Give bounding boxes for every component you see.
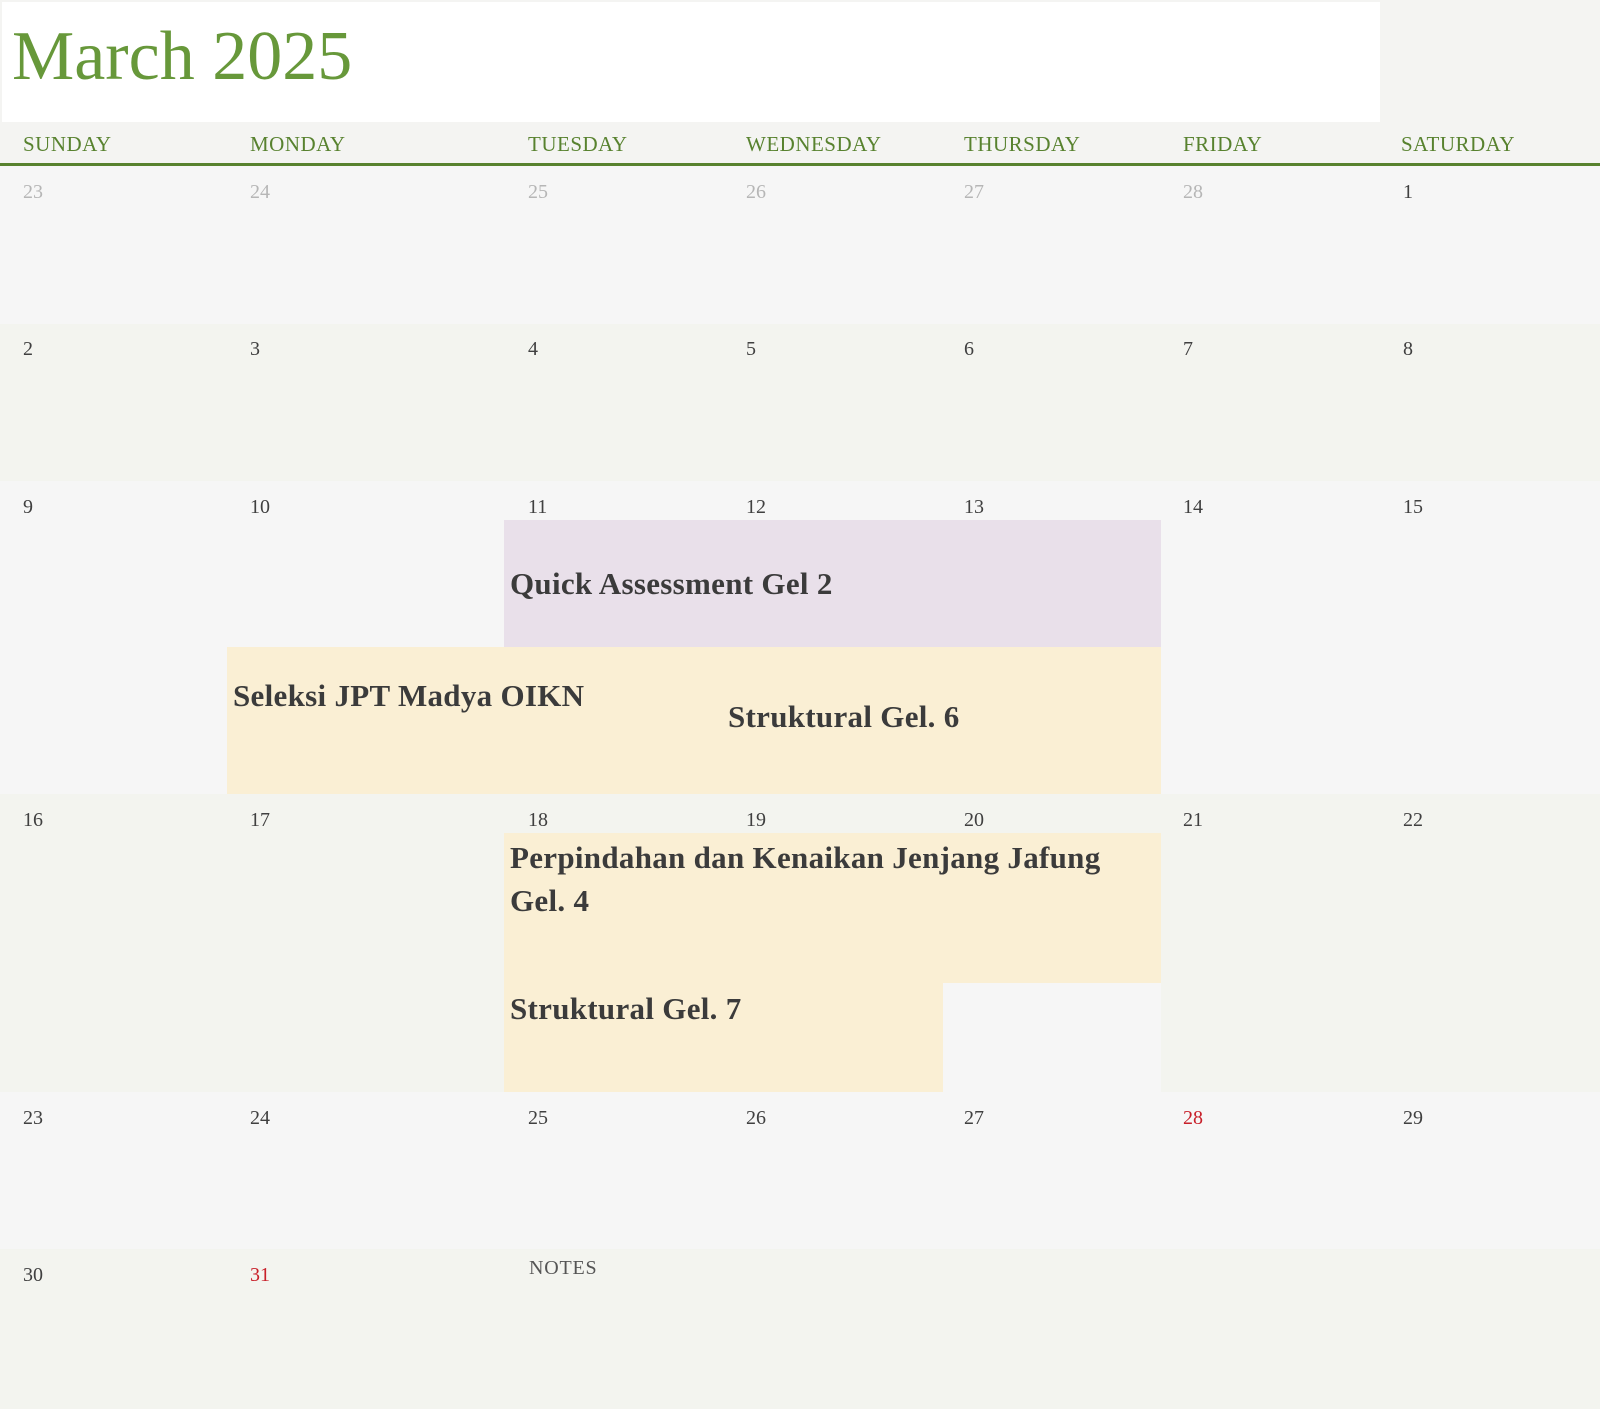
week-row-5 <box>0 1092 1600 1249</box>
date-cell[interactable]: 23 <box>23 182 43 202</box>
event-perpindahan[interactable]: Perpindahan dan Kenaikan Jenjang Jafung … <box>504 833 1161 983</box>
date-cell[interactable]: 29 <box>1403 1108 1423 1128</box>
event-label: Perpindahan dan Kenaikan Jenjang Jafung … <box>510 840 1101 918</box>
event-label: Struktural Gel. 7 <box>510 991 742 1026</box>
date-cell-holiday[interactable]: 31 <box>250 1265 270 1285</box>
date-cell[interactable]: 23 <box>23 1108 43 1128</box>
date-cell[interactable]: 4 <box>528 339 538 359</box>
date-cell[interactable]: 27 <box>964 182 984 202</box>
empty-cell <box>943 983 1161 1092</box>
date-cell[interactable]: 5 <box>746 339 756 359</box>
weekday-header: SUNDAY MONDAY TUESDAY WEDNESDAY THURSDAY… <box>0 122 1600 165</box>
notes-label: NOTES <box>529 1257 598 1279</box>
day-name-saturday: SATURDAY <box>1401 132 1516 156</box>
event-label: Quick Assessment Gel 2 <box>510 566 833 601</box>
date-cell[interactable]: 16 <box>23 810 43 830</box>
date-cell[interactable]: 20 <box>964 810 984 830</box>
date-cell[interactable]: 13 <box>964 497 984 517</box>
week-row-2 <box>0 324 1600 481</box>
day-name-tuesday: TUESDAY <box>528 132 628 156</box>
date-cell[interactable]: 28 <box>1183 182 1203 202</box>
title-box: March 2025 <box>2 2 1380 122</box>
day-name-thursday: THURSDAY <box>964 132 1081 156</box>
event-quick-assessment[interactable]: Quick Assessment Gel 2 <box>504 520 1161 647</box>
day-name-monday: MONDAY <box>250 132 346 156</box>
date-cell[interactable]: 7 <box>1183 339 1193 359</box>
date-cell[interactable]: 26 <box>746 1108 766 1128</box>
date-cell[interactable]: 10 <box>250 497 270 517</box>
date-cell[interactable]: 25 <box>528 182 548 202</box>
week-row-1 <box>0 166 1600 324</box>
date-cell[interactable]: 18 <box>528 810 548 830</box>
date-cell[interactable]: 8 <box>1403 339 1413 359</box>
date-cell[interactable]: 9 <box>23 497 33 517</box>
event-label: Seleksi JPT Madya OIKN <box>233 678 585 713</box>
date-cell[interactable]: 24 <box>250 182 270 202</box>
date-cell[interactable]: 15 <box>1403 497 1423 517</box>
event-struktural-7[interactable]: Struktural Gel. 7 <box>504 983 943 1092</box>
date-cell[interactable]: 17 <box>250 810 270 830</box>
date-cell[interactable]: 24 <box>250 1108 270 1128</box>
day-name-sunday: SUNDAY <box>23 132 112 156</box>
day-name-wednesday: WEDNESDAY <box>746 132 882 156</box>
date-cell[interactable]: 1 <box>1403 182 1413 202</box>
date-cell[interactable]: 26 <box>746 182 766 202</box>
date-cell[interactable]: 3 <box>250 339 260 359</box>
date-cell[interactable]: 6 <box>964 339 974 359</box>
date-cell[interactable]: 11 <box>528 497 547 517</box>
date-cell[interactable]: 2 <box>23 339 33 359</box>
date-cell[interactable]: 14 <box>1183 497 1203 517</box>
date-cell[interactable]: 27 <box>964 1108 984 1128</box>
date-cell[interactable]: 30 <box>23 1265 43 1285</box>
date-cell[interactable]: 21 <box>1183 810 1203 830</box>
week-row-6 <box>0 1249 1600 1409</box>
date-cell[interactable]: 25 <box>528 1108 548 1128</box>
date-cell[interactable]: 22 <box>1403 810 1423 830</box>
date-cell-holiday[interactable]: 28 <box>1183 1108 1203 1128</box>
calendar-title: March 2025 <box>12 18 353 95</box>
event-label-struktural-6: Struktural Gel. 6 <box>728 699 960 734</box>
date-cell[interactable]: 12 <box>746 497 766 517</box>
event-seleksi-jpt[interactable]: Seleksi JPT Madya OIKN Struktural Gel. 6 <box>227 647 1161 794</box>
day-name-friday: FRIDAY <box>1183 132 1263 156</box>
date-cell[interactable]: 19 <box>746 810 766 830</box>
